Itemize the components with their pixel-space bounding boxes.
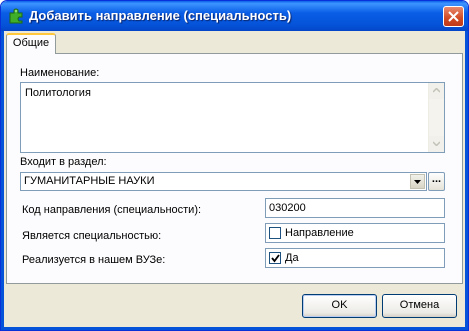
- cancel-button[interactable]: Отмена: [382, 294, 457, 318]
- section-combobox[interactable]: ГУМАНИТАРНЫЕ НАУКИ: [20, 172, 427, 191]
- close-button[interactable]: [443, 6, 464, 27]
- name-label: Наименование:: [20, 67, 100, 79]
- is-specialty-field: Направление: [265, 223, 445, 243]
- window-border-left: [1, 31, 4, 330]
- chevron-down-icon: [433, 141, 440, 146]
- window-title: Добавить направление (специальность): [29, 8, 292, 23]
- dialog-window: Добавить направление (специальность) Общ…: [0, 0, 469, 331]
- window-border-right: [465, 31, 468, 330]
- tab-general[interactable]: Общие: [6, 33, 56, 54]
- green-puzzle-icon: [9, 8, 23, 24]
- section-value: ГУМАНИТАРНЫЕ НАУКИ: [24, 175, 155, 187]
- section-browse-button[interactable]: ...: [428, 172, 445, 191]
- close-icon: [448, 11, 459, 22]
- code-label: Код направления (специальности):: [22, 204, 202, 216]
- is-specialty-label: Является специальностью:: [22, 230, 162, 242]
- section-dropdown-button[interactable]: [410, 174, 425, 189]
- name-scrollbar[interactable]: [428, 83, 444, 152]
- title-bar[interactable]: Добавить направление (специальность): [1, 1, 468, 31]
- implemented-field: Да: [265, 248, 445, 268]
- implemented-checkbox[interactable]: [269, 252, 281, 264]
- scroll-down-button[interactable]: [429, 136, 444, 152]
- implemented-checkbox-label[interactable]: Да: [285, 252, 299, 264]
- name-value: Политология: [25, 87, 91, 99]
- section-label: Входит в раздел:: [20, 156, 107, 168]
- code-value: 030200: [269, 202, 306, 214]
- name-textarea[interactable]: Политология: [20, 82, 445, 153]
- ok-button[interactable]: OK: [302, 294, 377, 318]
- dropdown-arrow-icon: [414, 180, 421, 184]
- window-border-bottom: [1, 327, 468, 330]
- implemented-label: Реализуется в нашем ВУЗе:: [22, 254, 166, 266]
- is-specialty-checkbox-label[interactable]: Направление: [285, 227, 354, 239]
- checkmark-icon: [271, 254, 280, 263]
- code-input[interactable]: 030200: [265, 198, 445, 218]
- is-specialty-checkbox[interactable]: [269, 227, 281, 239]
- chevron-up-icon: [433, 88, 440, 93]
- scroll-up-button[interactable]: [429, 83, 444, 99]
